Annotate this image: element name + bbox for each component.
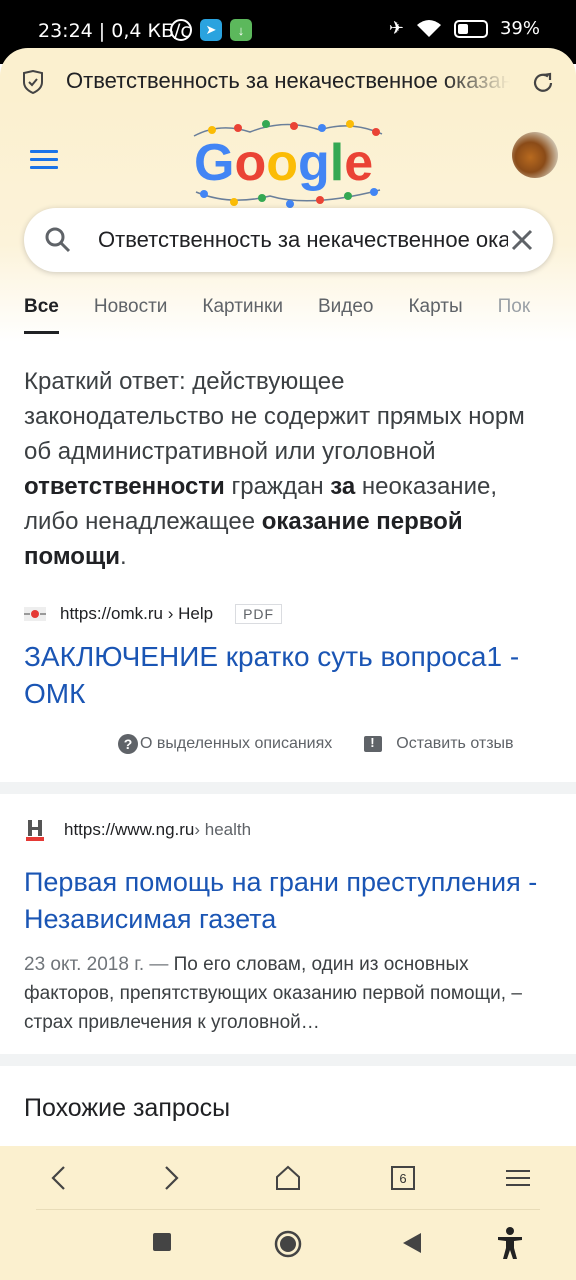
related-searches: Похожие запросы bbox=[0, 1066, 576, 1146]
reload-icon[interactable] bbox=[530, 70, 556, 96]
snippet-meta: ? О выделенных описаниях Оставить отзыв bbox=[118, 734, 514, 754]
result-title-link[interactable]: Первая помощь на грани преступления - Не… bbox=[24, 864, 554, 938]
help-icon[interactable]: ? bbox=[118, 734, 138, 754]
result-source[interactable]: https://omk.ru › Help PDF bbox=[24, 604, 283, 624]
accessibility-icon[interactable] bbox=[496, 1226, 524, 1260]
chevron-right-icon bbox=[165, 1166, 179, 1190]
back-triangle-icon[interactable] bbox=[402, 1232, 422, 1254]
result-divider bbox=[0, 782, 576, 794]
chevron-left-icon bbox=[51, 1166, 65, 1190]
system-navigation-bar bbox=[0, 1210, 576, 1280]
source-breadcrumb: › health bbox=[194, 820, 252, 839]
browser-toolbar: 6 bbox=[0, 1146, 576, 1210]
battery-percent: 39% bbox=[499, 18, 540, 39]
clear-icon[interactable] bbox=[508, 226, 536, 254]
ng-favicon-icon bbox=[26, 820, 44, 841]
status-system-icons: ✈ 39% bbox=[389, 18, 540, 39]
svg-text:Google: Google bbox=[194, 134, 373, 192]
tab-maps[interactable]: Карты bbox=[408, 296, 462, 332]
battery-icon bbox=[453, 19, 488, 38]
result-source[interactable]: https://www.ng.ru › health bbox=[24, 818, 251, 842]
about-snippets-link[interactable]: О выделенных описаниях bbox=[140, 735, 332, 753]
search-result: https://www.ng.ru › health Первая помощь… bbox=[0, 794, 576, 1054]
google-doodle-logo[interactable]: Google bbox=[190, 114, 386, 210]
wifi-icon bbox=[416, 19, 441, 37]
result-title-link[interactable]: ЗАКЛЮЧЕНИЕ кратко суть вопроса1 - ОМК bbox=[24, 638, 554, 712]
home-icon bbox=[276, 1165, 300, 1190]
search-icon[interactable] bbox=[44, 226, 72, 254]
omk-favicon-icon bbox=[24, 607, 46, 621]
featured-snippet: Краткий ответ: действующее законодательс… bbox=[0, 342, 576, 782]
source-url: https://www.ng.ru bbox=[64, 820, 195, 839]
status-notification-icons: ➤ ↓ bbox=[170, 19, 252, 41]
search-input[interactable]: Ответственность за некачественное оказан… bbox=[98, 227, 508, 253]
result-snippet: 23 окт. 2018 г. — По его словам, один из… bbox=[24, 954, 522, 1033]
account-avatar[interactable] bbox=[512, 132, 558, 178]
source-url: https://omk.ru › Help bbox=[60, 604, 214, 623]
pdf-badge: PDF bbox=[235, 604, 283, 624]
telegram-icon: ➤ bbox=[200, 19, 222, 41]
snippet-text: Краткий ответ: действующее законодательс… bbox=[24, 368, 525, 570]
menu-icon bbox=[506, 1165, 530, 1191]
tab-news[interactable]: Новости bbox=[94, 296, 168, 332]
tab-all[interactable]: Все bbox=[24, 296, 59, 334]
related-title: Похожие запросы bbox=[24, 1094, 231, 1122]
feedback-icon[interactable] bbox=[364, 735, 383, 752]
forward-button[interactable] bbox=[152, 1160, 192, 1196]
search-tabs: Все Новости Картинки Видео Карты Пок bbox=[24, 296, 531, 334]
tabs-button[interactable]: 6 bbox=[383, 1160, 423, 1196]
search-box[interactable]: Ответственность за некачественное оказан… bbox=[24, 208, 553, 272]
browser-menu-button[interactable] bbox=[498, 1160, 538, 1196]
result-divider bbox=[0, 1054, 576, 1066]
url-title[interactable]: Ответственность за некачественное оказан… bbox=[66, 68, 510, 94]
security-shield-icon[interactable] bbox=[22, 70, 44, 94]
home-circle-icon[interactable] bbox=[274, 1230, 302, 1258]
google-header: Google Ответственность за некачественное… bbox=[0, 98, 576, 342]
back-button[interactable] bbox=[38, 1160, 78, 1196]
home-button[interactable] bbox=[268, 1160, 308, 1196]
tab-count: 6 bbox=[391, 1166, 415, 1190]
result-date: 23 окт. 2018 г. — bbox=[24, 954, 169, 975]
recents-icon[interactable] bbox=[152, 1232, 172, 1252]
alarm-icon bbox=[170, 19, 192, 41]
status-time: 23:24 | 0,4 КБ/с bbox=[38, 20, 191, 42]
airplane-mode-icon: ✈ bbox=[388, 18, 404, 39]
tab-shopping[interactable]: Пок bbox=[498, 296, 531, 332]
download-icon: ↓ bbox=[230, 19, 252, 41]
tab-video[interactable]: Видео bbox=[318, 296, 374, 332]
feedback-link[interactable]: Оставить отзыв bbox=[396, 735, 513, 753]
tab-images[interactable]: Картинки bbox=[202, 296, 283, 332]
menu-icon[interactable] bbox=[30, 150, 58, 170]
